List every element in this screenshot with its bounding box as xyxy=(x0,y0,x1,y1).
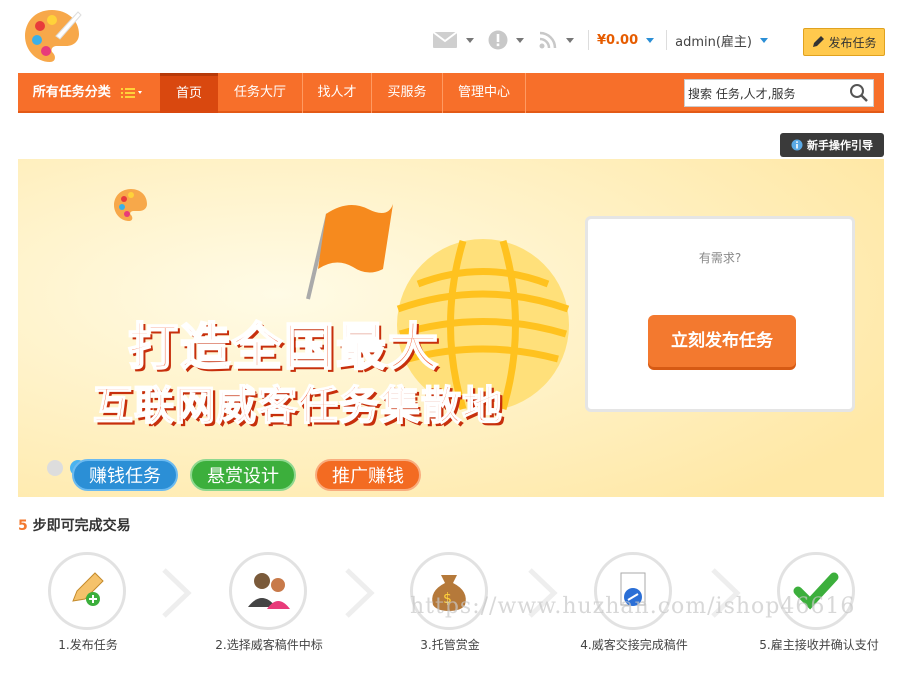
divider xyxy=(588,30,589,50)
nav-home[interactable]: 首页 xyxy=(160,73,218,113)
rss-icon xyxy=(539,31,557,49)
step-1-label: 1.发布任务 xyxy=(58,638,118,652)
all-categories-label: 所有任务分类 xyxy=(32,85,111,100)
palette-logo[interactable] xyxy=(22,6,82,66)
user-menu[interactable]: admin(雇主) xyxy=(675,31,769,50)
demand-label: 有需求? xyxy=(698,251,742,265)
top-icons: ¥0.00 admin(雇主) xyxy=(432,30,778,50)
nav-all-categories[interactable]: 所有任务分类 xyxy=(18,73,158,113)
tag-earn-tasks[interactable]: 赚钱任务 xyxy=(72,459,178,491)
edit-add-icon xyxy=(72,572,104,606)
rss-menu[interactable] xyxy=(538,30,574,50)
chevron-down-icon xyxy=(646,37,655,43)
nav-admin-center[interactable]: 管理中心 xyxy=(443,73,525,113)
chevron-right-icon xyxy=(345,568,375,618)
tag-reward-design[interactable]: 悬赏设计 xyxy=(190,459,296,491)
steps-count: 5 xyxy=(18,518,28,534)
people-icon xyxy=(248,573,290,609)
nav-find-talent[interactable]: 找人才 xyxy=(303,73,371,113)
mail-menu[interactable] xyxy=(432,31,474,49)
balance-menu[interactable]: ¥0.00 xyxy=(597,32,655,48)
chevron-down-icon xyxy=(466,37,474,43)
top-bar: ¥0.00 admin(雇主) 发布任务 xyxy=(0,0,900,72)
step-5-label: 5.雇主接收并确认支付 xyxy=(759,638,879,652)
user-name: admin(雇主) xyxy=(675,34,753,50)
nav-buy-service[interactable]: 买服务 xyxy=(372,73,442,113)
chevron-right-icon xyxy=(162,568,192,618)
tag-promote-earn[interactable]: 推广赚钱 xyxy=(315,459,421,491)
mail-icon xyxy=(432,31,458,48)
alert-menu[interactable] xyxy=(488,30,524,50)
post-task-now-button[interactable]: 立刻发布任务 xyxy=(648,315,796,367)
beginner-guide-button[interactable]: 新手操作引导 xyxy=(780,133,884,157)
chevron-down-icon xyxy=(516,37,524,43)
info-icon xyxy=(791,139,803,151)
divider xyxy=(525,73,526,113)
chevron-down-icon xyxy=(566,37,574,43)
step-1-circle xyxy=(48,552,126,630)
list-icon xyxy=(121,87,143,98)
divider xyxy=(666,30,668,50)
banner-headline-1: 打造全国最大 xyxy=(127,317,440,377)
watermark: https://www.huzhan.com/ishop46616 xyxy=(410,594,856,619)
search-input[interactable] xyxy=(685,80,845,106)
guide-label: 新手操作引导 xyxy=(807,139,873,152)
demand-panel: 有需求? 立刻发布任务 xyxy=(585,216,855,412)
step-2-circle xyxy=(229,552,307,630)
steps-title-text: 步即可完成交易 xyxy=(27,518,131,534)
nav-task-hall[interactable]: 任务大厅 xyxy=(218,73,302,113)
alert-icon xyxy=(488,30,508,50)
post-task-button[interactable]: 发布任务 xyxy=(803,28,885,56)
search-icon[interactable] xyxy=(849,83,869,103)
post-task-label: 发布任务 xyxy=(828,35,877,50)
search-box xyxy=(684,79,874,107)
steps-title: 5 步即可完成交易 xyxy=(18,515,131,535)
pencil-icon xyxy=(813,36,825,47)
banner-headline-2: 互联网威客任务集散地 xyxy=(92,382,503,430)
balance-amount: ¥0.00 xyxy=(597,32,639,48)
step-4-label: 4.威客交接完成稿件 xyxy=(580,638,688,652)
main-nav: 所有任务分类 首页 任务大厅 找人才 买服务 管理中心 xyxy=(18,73,884,113)
slider-dot xyxy=(47,460,63,476)
step-2-label: 2.选择威客稿件中标 xyxy=(215,638,323,652)
chevron-down-icon xyxy=(760,37,769,43)
step-3-label: 3.托管赏金 xyxy=(420,638,480,652)
